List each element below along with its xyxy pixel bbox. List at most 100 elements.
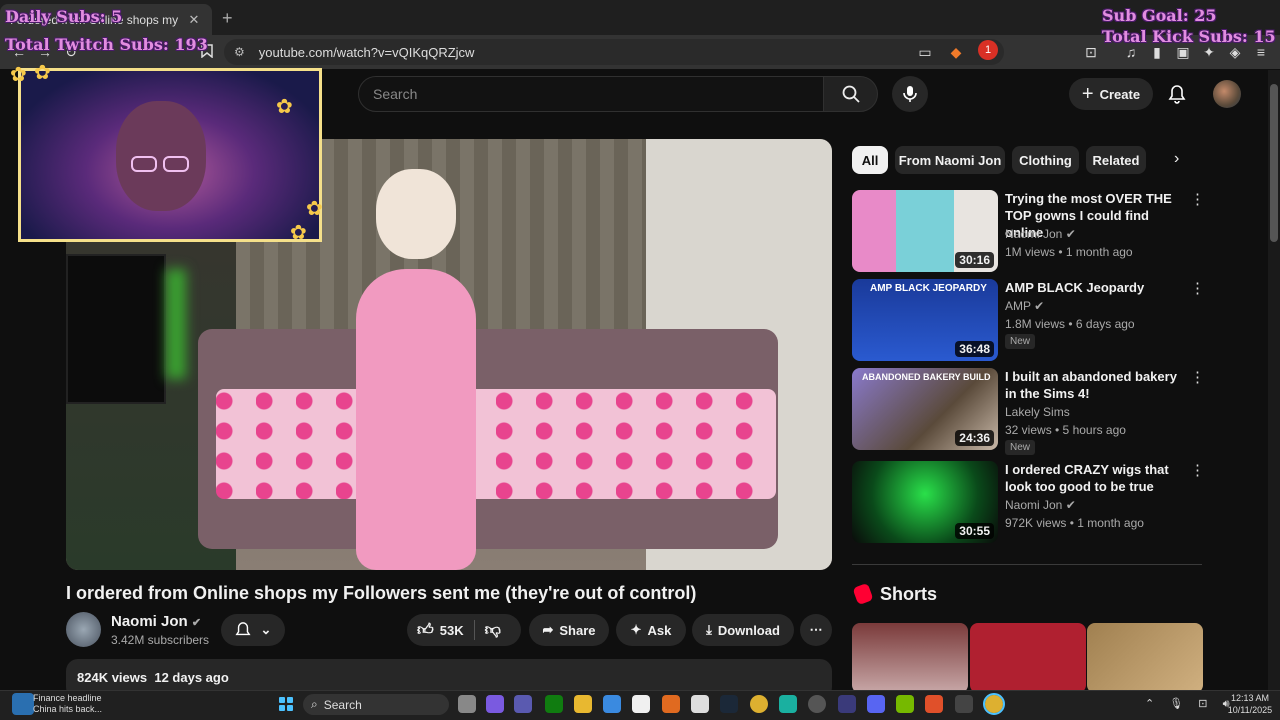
address-bar[interactable]: ⚙ youtube.com/watch?v=vQIKqQRZjcw xyxy=(224,39,1004,65)
search-placeholder: Search xyxy=(373,86,418,102)
total-kick-subs-overlay: Total Kick Subs: 15 xyxy=(1102,27,1276,46)
obs-icon[interactable] xyxy=(808,695,826,713)
like-count: 53K xyxy=(439,622,464,638)
channel-name[interactable]: Naomi Jon ✔ xyxy=(111,613,201,630)
verified-icon: ✔ xyxy=(191,617,202,629)
microphone-icon xyxy=(903,86,917,102)
short-thumbnail[interactable] xyxy=(1087,623,1203,693)
daily-subs-overlay: Daily Subs: 5 xyxy=(5,7,123,26)
view-count: 824K views xyxy=(77,670,148,685)
duration-badge: 30:55 xyxy=(955,523,994,539)
chrome-active-icon[interactable] xyxy=(983,693,1005,715)
new-tab-icon[interactable]: + xyxy=(222,8,233,29)
recommendation-item[interactable]: AMP BLACK JEOPARDY 36:48 AMP BLACK Jeopa… xyxy=(852,279,1205,361)
search-icon xyxy=(842,85,860,103)
more-vertical-icon[interactable]: ⋮ xyxy=(1190,368,1205,386)
menu-icon[interactable]: ≡ xyxy=(1252,44,1270,60)
vpn-icon[interactable]: ◈ xyxy=(1226,44,1244,61)
teams-icon[interactable] xyxy=(514,695,532,713)
cast-icon[interactable]: ▭ xyxy=(916,44,934,61)
short-thumbnail[interactable] xyxy=(970,623,1086,693)
flower-decoration-icon: ✿ xyxy=(276,96,293,118)
chip-from-channel[interactable]: From Naomi Jon xyxy=(895,146,1005,174)
leo-ai-icon[interactable]: ✦ xyxy=(1200,44,1218,61)
chip-related[interactable]: Related xyxy=(1086,146,1146,174)
xbox-icon[interactable] xyxy=(545,695,563,713)
taskbar-search[interactable]: ⌕ Search xyxy=(303,694,449,715)
chip-all[interactable]: All xyxy=(852,146,888,174)
wallet-icon[interactable]: ▣ xyxy=(1174,44,1192,61)
short-thumbnail[interactable] xyxy=(852,623,968,693)
recommendation-item[interactable]: ABANDONED BAKERY BUILD 24:36 I built an … xyxy=(852,368,1205,455)
flower-decoration-icon: ✿ xyxy=(290,222,307,244)
share-button[interactable]: ➦ Share xyxy=(529,614,609,646)
search-input[interactable]: Search xyxy=(358,76,824,112)
brave-icon[interactable] xyxy=(925,695,943,713)
recommendation-channel: AMP ✔ xyxy=(1005,299,1045,313)
taskbar-date[interactable]: 10/11/2025 xyxy=(1227,705,1273,715)
scrollbar-thumb[interactable] xyxy=(1270,84,1278,242)
app-icon[interactable] xyxy=(838,695,856,713)
thumbnail-text: AMP BLACK JEOPARDY xyxy=(870,283,987,294)
brave-shield-icon[interactable]: ◆ xyxy=(947,44,965,61)
download-button[interactable]: ⤓ Download xyxy=(692,614,794,646)
taskbar-time[interactable]: 12:13 AM xyxy=(1227,693,1273,703)
webcam-streamer-face xyxy=(116,101,206,211)
share-label: Share xyxy=(559,622,596,638)
site-info-icon[interactable]: ⚙ xyxy=(234,45,245,59)
search-button[interactable] xyxy=(823,76,878,112)
extension-badge-icon[interactable]: 1 xyxy=(978,40,998,60)
steam-icon[interactable] xyxy=(720,695,738,713)
chip-clothing[interactable]: Clothing xyxy=(1012,146,1079,174)
store-icon[interactable] xyxy=(603,695,621,713)
tab-close-icon[interactable]: ✕ xyxy=(186,12,202,28)
more-vertical-icon[interactable]: ⋮ xyxy=(1190,279,1205,297)
video-title: I ordered from Online shops my Followers… xyxy=(66,583,697,603)
video-thumbnail[interactable]: 30:16 xyxy=(852,190,998,272)
thumbs-down-icon: 👎︎ xyxy=(484,621,501,639)
sidebar-icon[interactable]: ▮ xyxy=(1148,44,1166,61)
dislike-button[interactable]: 👎︎ xyxy=(485,621,501,640)
video-thumbnail[interactable]: ABANDONED BAKERY BUILD 24:36 xyxy=(852,368,998,450)
voice-search-button[interactable] xyxy=(892,76,928,112)
subscription-notification-button[interactable]: ⌄ xyxy=(221,614,285,646)
recommendation-meta: 1M views • 1 month ago xyxy=(1005,245,1133,259)
discord-icon[interactable] xyxy=(867,695,885,713)
like-button[interactable]: 👍︎ 53K xyxy=(417,621,464,640)
screenshot-icon[interactable]: ⊡ xyxy=(1082,44,1100,61)
app-icon[interactable] xyxy=(955,695,973,713)
notepad-icon[interactable] xyxy=(632,695,650,713)
subscriber-count: 3.42M subscribers xyxy=(111,633,210,647)
more-vertical-icon[interactable]: ⋮ xyxy=(1190,461,1205,479)
app-icon[interactable] xyxy=(779,695,797,713)
recommendation-item[interactable]: 30:16 Trying the most OVER THE TOP gowns… xyxy=(852,190,1205,272)
recommendation-title: I ordered CRAZY wigs that look too good … xyxy=(1005,462,1169,494)
channel-avatar[interactable] xyxy=(66,612,101,647)
new-badge: New xyxy=(1005,334,1036,349)
system-tray[interactable]: ⌃ 🎙︎ ⊡ 🔊︎ xyxy=(1145,697,1236,711)
duration-badge: 24:36 xyxy=(955,430,994,446)
more-vertical-icon[interactable]: ⋮ xyxy=(1190,190,1205,208)
nvidia-icon[interactable] xyxy=(896,695,914,713)
news-subline[interactable]: China hits back... xyxy=(33,704,102,714)
recommendation-meta: 1.8M views • 6 days ago xyxy=(1005,317,1135,331)
snipping-tool-icon[interactable] xyxy=(691,695,709,713)
task-view-icon[interactable] xyxy=(458,695,476,713)
news-headline[interactable]: Finance headline xyxy=(33,693,102,703)
media-icon[interactable]: ♫ xyxy=(1122,44,1140,60)
app-icon[interactable] xyxy=(662,695,680,713)
video-thumbnail[interactable]: AMP BLACK JEOPARDY 36:48 xyxy=(852,279,998,361)
recommendation-item[interactable]: 30:55 I ordered CRAZY wigs that look too… xyxy=(852,461,1205,543)
ask-button[interactable]: ✦ Ask xyxy=(616,614,686,646)
create-button[interactable]: + Create xyxy=(1069,78,1153,110)
video-thumbnail[interactable]: 30:55 xyxy=(852,461,998,543)
windows-start-icon[interactable] xyxy=(279,697,293,711)
file-explorer-icon[interactable] xyxy=(574,695,592,713)
copilot-icon[interactable] xyxy=(486,695,504,713)
chrome-icon[interactable] xyxy=(750,695,768,713)
more-actions-button[interactable]: ⋯ xyxy=(800,614,832,646)
account-avatar[interactable] xyxy=(1213,80,1241,108)
news-widget-icon[interactable] xyxy=(12,693,34,715)
notifications-button[interactable] xyxy=(1163,80,1191,108)
chevron-right-icon[interactable]: › xyxy=(1174,150,1179,168)
